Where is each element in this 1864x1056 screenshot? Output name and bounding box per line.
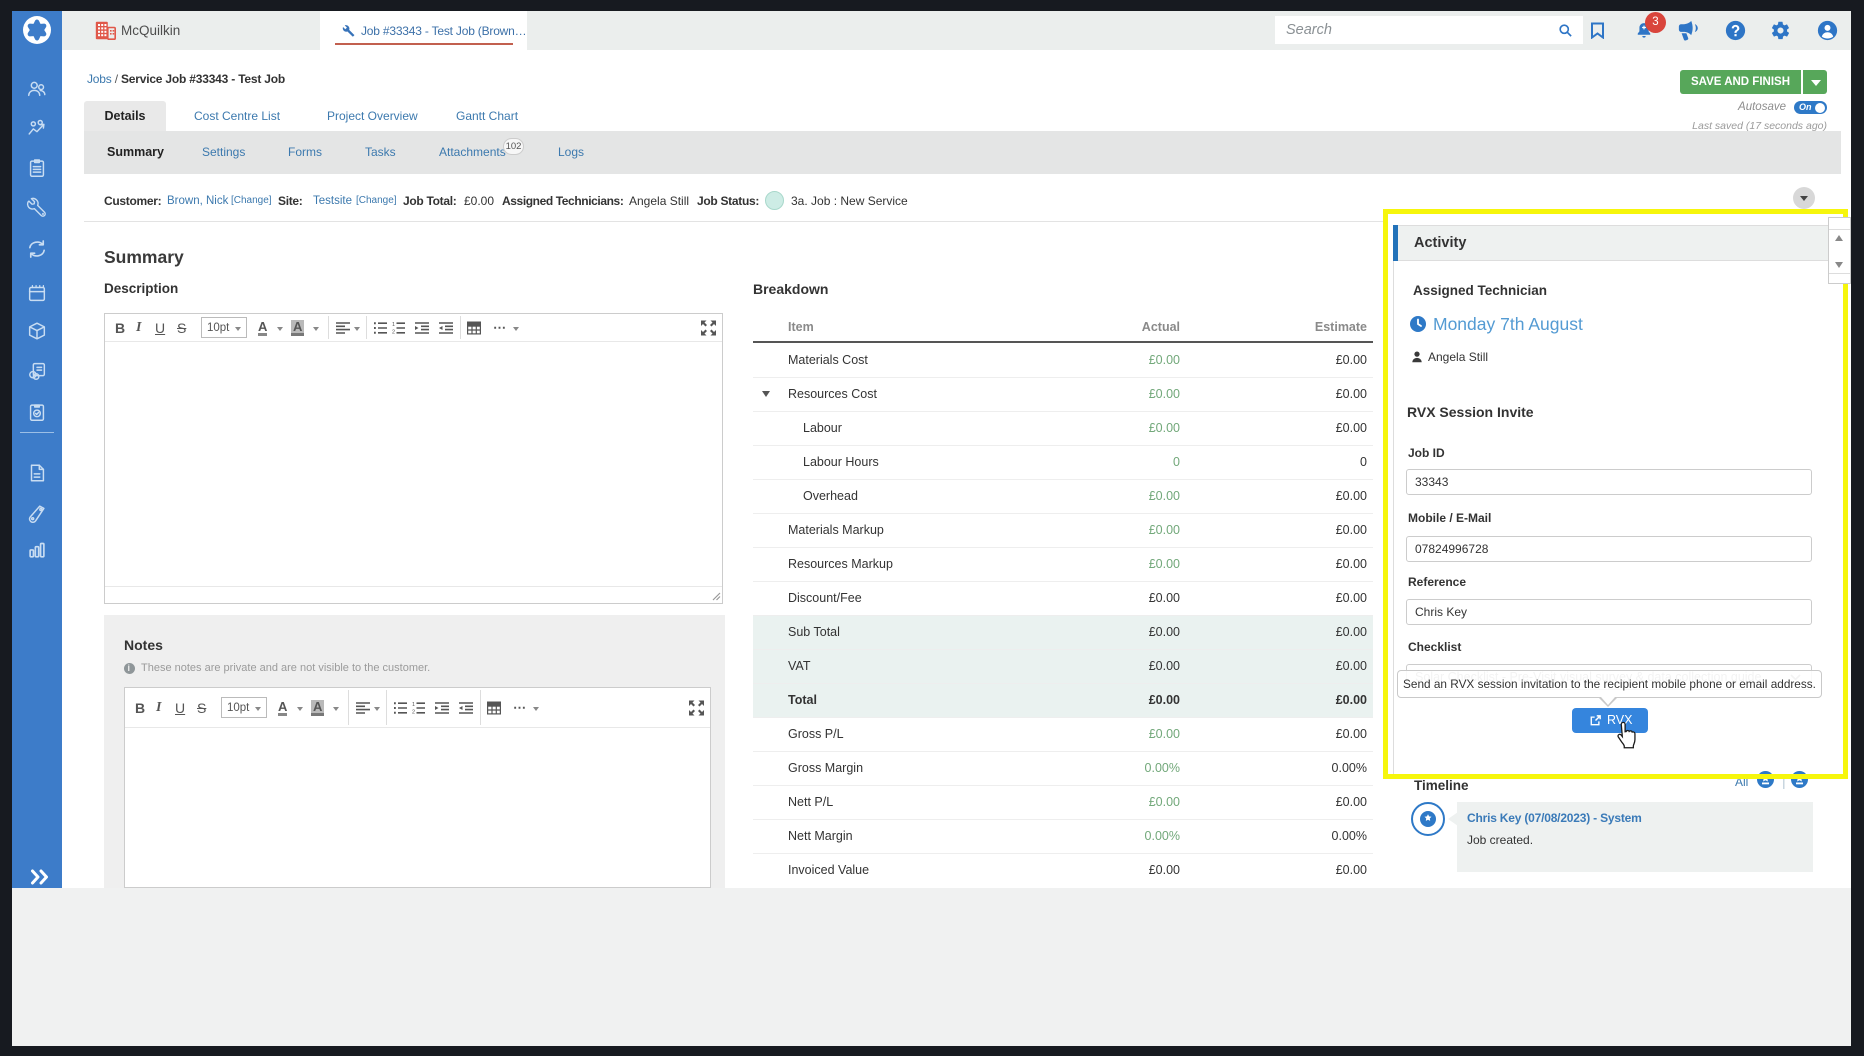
svg-text:2: 2 xyxy=(412,709,415,714)
svg-text:1: 1 xyxy=(392,322,395,328)
svg-text:1: 1 xyxy=(412,702,415,708)
svg-text:2: 2 xyxy=(392,329,395,334)
